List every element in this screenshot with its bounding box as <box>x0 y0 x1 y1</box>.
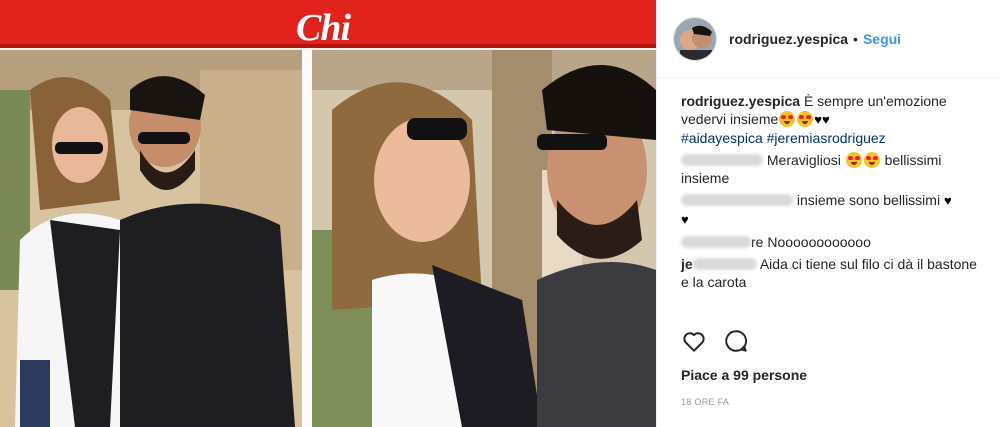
avatar[interactable] <box>673 16 717 61</box>
black-heart-icon: ♥♥ <box>814 112 830 127</box>
list-item: re Noooooooooooo <box>681 233 984 251</box>
comment-text: Meravigliosi <box>766 152 841 168</box>
photo-panel-left <box>0 50 302 427</box>
hashtag-link[interactable]: #aidayespica <box>681 130 763 146</box>
blurred-username <box>681 236 751 248</box>
post-header: rodriguez.yespica • Segui <box>657 0 1000 78</box>
photo-divider <box>302 50 312 427</box>
list-item: insieme sono bellissimi ♥ ♥ <box>681 191 984 229</box>
magazine-logo: Chi <box>296 7 351 49</box>
list-item: Meravigliosi bellissimi insieme <box>681 151 984 187</box>
follow-button[interactable]: Segui <box>863 31 901 47</box>
heart-outline-icon[interactable] <box>681 328 707 354</box>
caption: rodriguez.yespica È sempre un'emozione v… <box>681 92 984 147</box>
post-timestamp: 18 ORE FA <box>681 397 730 407</box>
comment-username[interactable]: je <box>681 256 693 272</box>
instagram-post: Chi rodriguez.yespica • Segui rodriguez.… <box>0 0 1000 427</box>
heart-eyes-emoji-icon <box>779 111 796 127</box>
username-link[interactable]: rodriguez.yespica <box>729 31 848 47</box>
comment-text: insieme sono bellissimi <box>796 192 941 208</box>
comments-list: rodriguez.yespica È sempre un'emozione v… <box>657 78 1000 324</box>
comment-bubble-icon[interactable] <box>723 328 749 354</box>
black-heart-icon: ♥ <box>681 212 689 227</box>
blurred-username <box>692 258 757 270</box>
blurred-username <box>681 194 793 206</box>
list-item: je Aida ci tiene sul filo ci dà il basto… <box>681 255 984 291</box>
likes-count[interactable]: Piace a 99 persone <box>681 367 807 383</box>
caption-username[interactable]: rodriguez.yespica <box>681 93 800 109</box>
hashtag-link[interactable]: #jeremiasrodriguez <box>767 130 886 146</box>
heart-eyes-emoji-icon <box>797 111 814 127</box>
heart-eyes-emoji-icon <box>863 152 880 168</box>
post-actions <box>681 328 749 354</box>
post-side-panel: rodriguez.yespica • Segui rodriguez.yesp… <box>656 0 1000 427</box>
comment-text: re Noooooooooooo <box>751 234 871 250</box>
magazine-banner: Chi <box>0 0 656 49</box>
header-separator: • <box>853 30 858 47</box>
heart-eyes-emoji-icon <box>845 152 862 168</box>
black-heart-icon: ♥ <box>943 193 952 208</box>
post-photo[interactable]: Chi <box>0 0 656 427</box>
blurred-username <box>681 154 763 166</box>
photo-panel-right <box>312 50 656 427</box>
